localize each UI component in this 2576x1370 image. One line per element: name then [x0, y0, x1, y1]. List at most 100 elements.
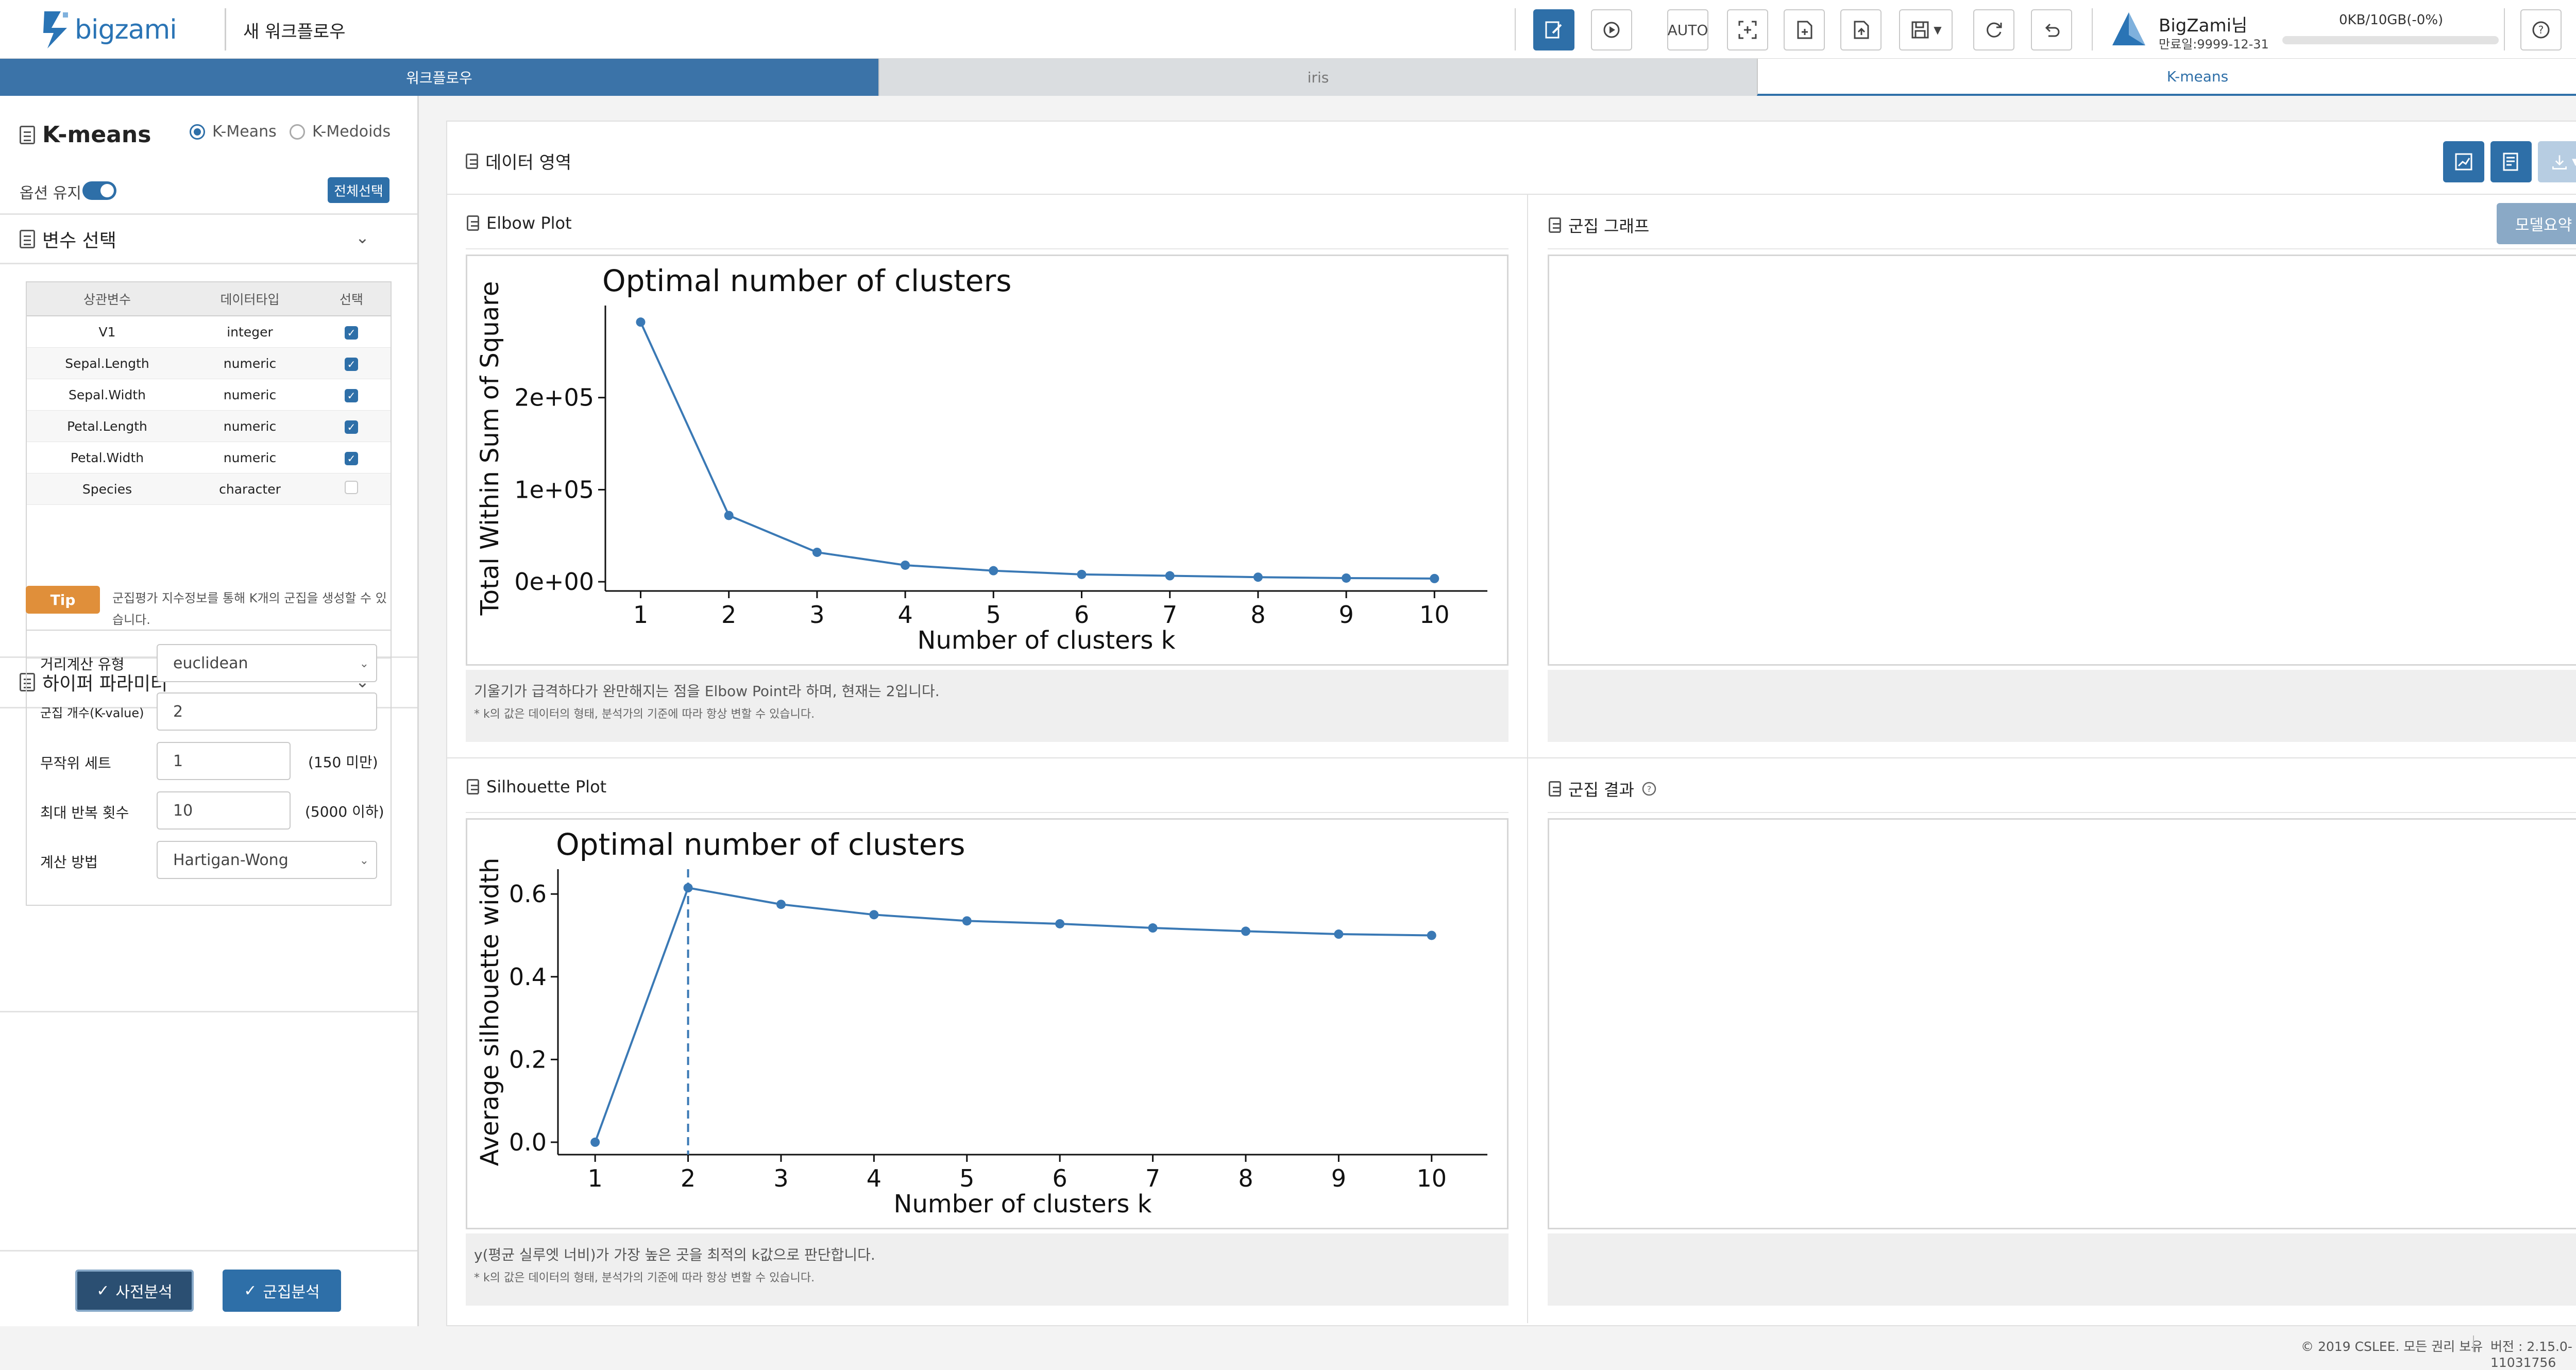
elbow-section-title: Elbow Plot [486, 213, 572, 233]
cluster-analysis-button[interactable]: ✓ 군집분석 [223, 1270, 341, 1312]
run-button[interactable] [1591, 9, 1632, 50]
x-tick-label: 2 [681, 1164, 696, 1192]
data-point [989, 566, 998, 576]
x-tick-label: 10 [1419, 601, 1450, 629]
variable-checkbox[interactable]: ✓ [345, 326, 358, 340]
document-icon [20, 230, 35, 248]
max-iter-note: (5000 이하) [305, 803, 384, 820]
keep-option-toggle[interactable] [82, 181, 116, 200]
seed-label: 무작위 세트 [40, 755, 111, 772]
data-point [1055, 919, 1065, 928]
data-point [1241, 926, 1250, 936]
silhouette-note-box: y(평균 실루엣 너비)가 가장 높은 곳을 최적의 k값으로 판단합니다. *… [466, 1233, 1509, 1306]
variable-checkbox[interactable]: ✓ [345, 388, 358, 402]
cluster-result-note-box [1548, 1233, 2576, 1306]
pre-analysis-button[interactable]: ✓ 사전분석 [75, 1270, 194, 1312]
report-button[interactable] [2490, 141, 2532, 182]
cluster-graph-title: 군집 그래프 [1568, 216, 1650, 236]
workflow-title[interactable]: 새 워크플로우 [243, 18, 346, 43]
variable-name: Sepal.Length [27, 347, 188, 379]
chart-export-button[interactable] [2443, 141, 2484, 182]
data-point [1165, 571, 1175, 581]
y-tick-label: 2e+05 [514, 384, 594, 412]
variable-checkbox[interactable] [345, 481, 358, 494]
y-tick-label: 0.2 [509, 1045, 547, 1073]
data-area-title: 데이터 영역 [485, 153, 572, 173]
seed-note: (150 미만) [308, 754, 378, 771]
variable-select-cell: ✓ [312, 379, 391, 411]
undo-button[interactable] [2031, 9, 2072, 50]
variable-checkbox[interactable]: ✓ [345, 420, 358, 434]
x-tick-label: 4 [867, 1164, 882, 1192]
refresh-button[interactable] [1973, 9, 2014, 50]
save-dropdown-button[interactable]: ▼ [1899, 9, 1953, 50]
x-tick-label: 9 [1331, 1164, 1346, 1192]
distance-select[interactable]: euclidean ⌄ [157, 644, 377, 682]
tab-workflow[interactable]: 워크플로우 [0, 59, 878, 96]
y-tick-label: 0.6 [509, 880, 547, 908]
x-tick-label: 6 [1074, 601, 1089, 629]
edit-workflow-button[interactable] [1533, 9, 1574, 50]
select-all-button[interactable]: 전체선택 [328, 177, 389, 203]
variable-name: Petal.Length [27, 410, 188, 442]
data-point [590, 1137, 600, 1147]
x-tick-label: 1 [588, 1164, 603, 1192]
chart-title: Optimal number of clusters [602, 263, 1012, 298]
variable-select-cell: ✓ [312, 347, 391, 379]
variable-type: character [188, 473, 312, 505]
table-row: Petal.Width numeric ✓ [27, 442, 391, 473]
variable-checkbox[interactable]: ✓ [345, 357, 358, 371]
table-row: V1 integer ✓ [27, 316, 391, 348]
help-circle-icon[interactable]: ? [1641, 781, 1657, 797]
col-select: 선택 [312, 282, 391, 316]
cluster-result-section-header: 군집 결과 ? [1549, 777, 1657, 801]
algorithm-select[interactable]: Hartigan-Wong ⌄ [157, 841, 377, 879]
variable-checkbox[interactable]: ✓ [345, 451, 358, 465]
check-icon: ✓ [244, 1281, 257, 1300]
tab-kmeans-label: K-means [2166, 67, 2229, 85]
x-tick-label: 5 [986, 601, 1001, 629]
user-name[interactable]: BigZami님 [2159, 11, 2247, 37]
open-file-button[interactable] [1840, 9, 1882, 50]
silhouette-note: y(평균 실루엣 너비)가 가장 높은 곳을 최적의 k값으로 판단합니다. [474, 1246, 875, 1263]
auto-button[interactable]: AUTO [1667, 9, 1708, 50]
data-point [1430, 573, 1439, 583]
new-file-button[interactable] [1784, 9, 1825, 50]
data-point [1342, 573, 1351, 583]
radio-kmeans[interactable]: K-Means [190, 123, 277, 141]
variable-section-header[interactable]: 변수 선택 [20, 226, 116, 252]
tip-badge: Tip [26, 586, 100, 614]
variable-type: numeric [188, 347, 312, 379]
document-icon [1549, 781, 1561, 797]
upload-file-icon [1854, 21, 1869, 39]
tab-kmeans[interactable]: K-means × [1757, 59, 2576, 96]
series-line [639, 322, 1435, 580]
radio-kmedoids[interactable]: K-Medoids [290, 123, 391, 141]
y-tick-label: 0e+00 [514, 568, 594, 596]
user-avatar-icon [2112, 12, 2145, 45]
download-dropdown-button[interactable]: ▼ [2538, 141, 2576, 182]
undo-icon [2045, 23, 2060, 37]
col-datatype: 데이터타입 [188, 282, 312, 316]
x-tick-label: 8 [1250, 601, 1265, 629]
divider [466, 812, 1509, 813]
k-value-input[interactable]: 2 [157, 692, 377, 731]
divider [446, 194, 2576, 195]
y-tick-label: 0.4 [509, 963, 547, 991]
chevron-down-icon[interactable]: ⌄ [355, 228, 369, 247]
x-tick-label: 5 [959, 1164, 974, 1192]
series-line [594, 886, 1432, 1143]
document-icon [467, 215, 479, 231]
max-iter-input[interactable]: 10 [157, 791, 291, 830]
elbow-section-header: Elbow Plot [467, 213, 572, 233]
help-button[interactable]: ? [2520, 9, 2562, 50]
data-point [901, 560, 910, 570]
seed-input[interactable]: 1 [157, 742, 291, 780]
data-area-header: 데이터 영역 [466, 148, 571, 174]
model-summary-button[interactable]: 모델요약 [2497, 203, 2576, 244]
x-tick-label: 10 [1416, 1164, 1447, 1192]
fit-screen-button[interactable] [1727, 9, 1768, 50]
divider [0, 1250, 417, 1251]
clipboard-icon [466, 153, 478, 169]
tab-iris[interactable]: iris [878, 59, 1757, 96]
